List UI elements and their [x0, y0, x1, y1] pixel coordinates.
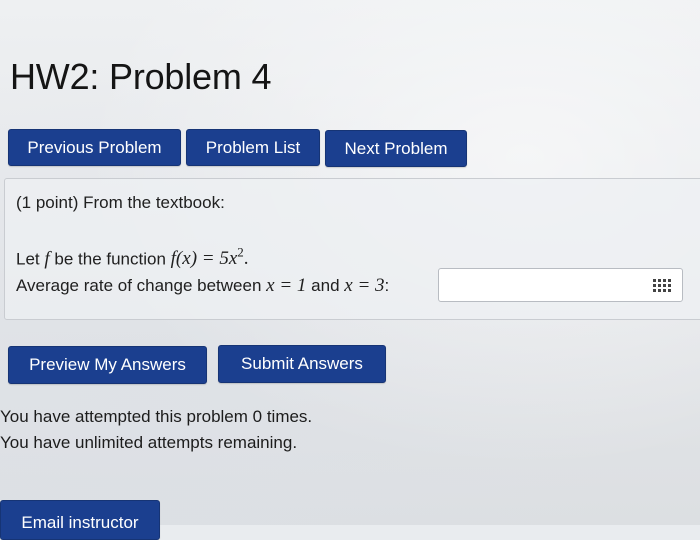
let-middle: be the function [54, 249, 166, 269]
function-lhs: f(x) = 5x [170, 248, 238, 270]
function-definition: f(x) = 5x2. [170, 245, 249, 270]
problem-statement: Let f be the function f(x) = 5x2. [16, 245, 249, 270]
page-title: HW2: Problem 4 [10, 56, 272, 97]
problem-question: Average rate of change between x = 1 and… [16, 275, 389, 297]
avg-prefix: Average rate of change between [16, 276, 262, 295]
function-end: . [243, 248, 249, 270]
keyboard-icon[interactable] [652, 278, 672, 294]
preview-answers-button[interactable]: Preview My Answers [8, 346, 207, 384]
let-prefix: Let [16, 249, 40, 269]
attempts-status: You have attempted this problem 0 times. [0, 407, 313, 426]
x-first: x = 1 [266, 275, 307, 296]
problem-intro: (1 point) From the textbook: [16, 193, 225, 212]
answer-input[interactable] [438, 268, 683, 302]
previous-problem-button[interactable]: Previous Problem [8, 129, 181, 166]
function-variable: f [44, 248, 50, 270]
next-problem-button[interactable]: Next Problem [325, 130, 467, 167]
and-word: and [311, 276, 340, 295]
email-instructor-button[interactable]: Email instructor [0, 500, 160, 540]
submit-answers-button[interactable]: Submit Answers [218, 345, 386, 383]
x-second: x = 3 [344, 275, 385, 296]
problem-list-button[interactable]: Problem List [186, 129, 320, 166]
question-colon: : [384, 276, 390, 295]
remaining-status: You have unlimited attempts remaining. [0, 433, 298, 452]
